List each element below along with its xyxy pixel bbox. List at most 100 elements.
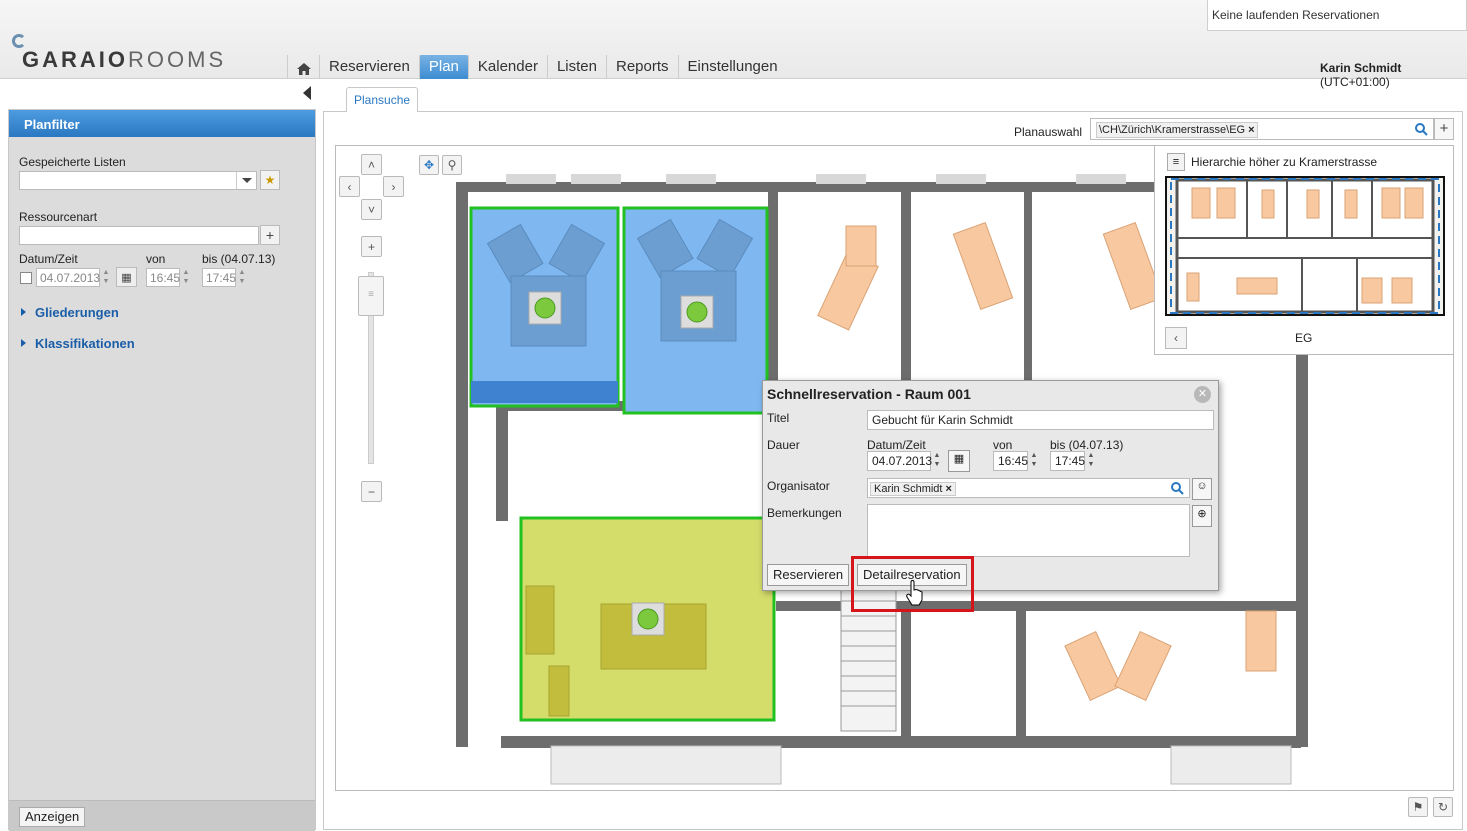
resource-type-field[interactable] (19, 226, 259, 245)
dialog-calendar-button[interactable]: ▦ (948, 450, 970, 472)
save-list-button[interactable]: ★ (260, 170, 280, 190)
tag-icon: ⚑ (1412, 800, 1424, 814)
home-button[interactable] (287, 55, 319, 79)
dialog-from-spinner[interactable]: ▲ ▼ (1029, 451, 1039, 471)
expand-remarks-button[interactable]: ⊕ (1192, 505, 1212, 527)
cabinet (548, 665, 570, 717)
zoom-in-button[interactable]: + (361, 236, 382, 257)
hierarchy-up-button[interactable]: ≡ (1167, 153, 1185, 171)
datetime-label: Datum/Zeit (19, 252, 78, 266)
add-resource-type-button[interactable]: + (260, 225, 280, 245)
zoom-slider-handle[interactable]: ≡ (358, 276, 384, 316)
organizer-chip: Karin Schmidt × (870, 482, 956, 496)
chevron-left-icon: ‹ (347, 179, 352, 194)
nav-listen[interactable]: Listen (546, 55, 606, 79)
window (816, 174, 866, 184)
dialog-from-input[interactable]: 16:45 (993, 451, 1028, 471)
logo-text-bold: GARAIO (22, 47, 128, 72)
dialog-date-spinner[interactable]: ▲ ▼ (932, 451, 942, 471)
person-picker-button[interactable]: ☺ (1192, 478, 1212, 500)
sidebar-footer: Anzeigen (9, 800, 315, 831)
from-time-input[interactable]: 16:45 (146, 268, 180, 287)
wall (456, 182, 468, 747)
terrace (1170, 745, 1292, 785)
pan-left-button[interactable]: ‹ (339, 176, 360, 197)
zoom-out-button[interactable]: − (361, 481, 382, 502)
cabinet (525, 585, 555, 655)
room-detail (471, 381, 618, 403)
refresh-icon: ↻ (1437, 800, 1449, 814)
refresh-button[interactable]: ↻ (1433, 797, 1453, 817)
search-icon[interactable] (1171, 482, 1184, 495)
available-status-icon (686, 301, 708, 323)
close-button[interactable]: ✕ (1194, 386, 1211, 403)
remove-organizer-icon[interactable]: × (946, 483, 952, 495)
chevron-down-icon: ˅ (367, 202, 375, 217)
nav-kalender[interactable]: Kalender (467, 55, 547, 79)
calendar-button[interactable]: ▦ (116, 267, 137, 287)
pan-down-button[interactable]: ˅ (361, 199, 382, 220)
overview-minimap[interactable] (1165, 176, 1445, 316)
to-time-input[interactable]: 17:45 (202, 268, 236, 287)
user-info[interactable]: Karin Schmidt (UTC+01:00) (1320, 61, 1467, 89)
organizer-chip-label: Karin Schmidt (874, 483, 943, 495)
plan-chip: \CH\Zürich\Kramerstrasse\EG × (1096, 122, 1258, 138)
magnifier-icon: ⚲ (447, 158, 457, 172)
datetime-checkbox[interactable] (20, 272, 32, 284)
dialog-to-input[interactable]: 17:45 (1050, 451, 1085, 471)
dialog-to-label: bis (04.07.13) (1050, 438, 1124, 452)
dialog-date-input[interactable]: 04.07.2013 (867, 451, 932, 471)
section-klassifikationen[interactable]: Klassifikationen (21, 336, 135, 351)
available-status-icon (637, 608, 659, 630)
minus-icon: − (367, 484, 375, 499)
hierarchy-up-link[interactable]: Hierarchie höher zu Kramerstrasse (1191, 155, 1377, 169)
plan-select-input[interactable]: \CH\Zürich\Kramerstrasse\EG × (1090, 118, 1434, 140)
organizer-input[interactable]: Karin Schmidt × (867, 478, 1190, 498)
to-time-spinner[interactable]: ▲ ▼ (237, 268, 247, 288)
tab-plansuche[interactable]: Plansuche (346, 87, 419, 112)
title-label: Titel (767, 411, 790, 425)
dialog-to-spinner[interactable]: ▲ ▼ (1086, 451, 1096, 471)
nav-einstellungen[interactable]: Einstellungen (677, 55, 787, 79)
date-input[interactable]: 04.07.2013 (36, 268, 100, 287)
chevron-left-icon: ‹ (1174, 331, 1178, 345)
collapse-sidebar-icon[interactable] (303, 86, 311, 100)
dialog-from-label: von (993, 438, 1013, 452)
chevron-down-icon (236, 172, 256, 189)
person-icon: ☺ (1196, 480, 1208, 492)
saved-lists-select[interactable] (19, 171, 257, 190)
pan-up-button[interactable]: ˄ (361, 154, 382, 175)
pan-right-button[interactable]: › (383, 176, 404, 197)
zoom-tool-button[interactable]: ⚲ (442, 155, 462, 175)
reservation-status-box: Keine laufenden Reservationen (1207, 0, 1467, 31)
hand-cursor-icon (906, 580, 923, 606)
overview-back-button[interactable]: ‹ (1165, 327, 1187, 349)
logo-text-light: ROOMS (128, 47, 227, 72)
move-icon: ✥ (423, 158, 435, 172)
add-plan-button[interactable]: + (1434, 118, 1454, 140)
reserve-button[interactable]: Reservieren (767, 564, 850, 586)
remove-chip-icon[interactable]: × (1248, 124, 1254, 136)
date-spinner[interactable]: ▲ ▼ (101, 268, 111, 288)
overview-panel: ≡ Hierarchie höher zu Kramerstrasse ‹ EG (1154, 145, 1454, 355)
window (506, 174, 556, 184)
title-input[interactable]: Gebucht für Karin Schmidt (867, 410, 1214, 430)
quick-reservation-dialog: Schnellreservation - Raum 001 ✕ Titel Ge… (762, 380, 1219, 591)
from-time-spinner[interactable]: ▲ ▼ (181, 268, 191, 288)
nav-reservieren[interactable]: Reservieren (319, 55, 419, 79)
floor-label: EG (1295, 331, 1313, 345)
nav-plan[interactable]: Plan (418, 55, 468, 79)
terrace (550, 745, 782, 785)
search-icon[interactable] (1415, 123, 1428, 136)
chevron-right-icon: › (391, 179, 396, 194)
pan-tool-button[interactable]: ✥ (419, 155, 439, 175)
plan-select-label: Planauswahl (1014, 125, 1083, 139)
nav-reports[interactable]: Reports (605, 55, 678, 79)
wall (1016, 601, 1026, 741)
show-button[interactable]: Anzeigen (19, 807, 86, 827)
desk (1245, 610, 1277, 672)
from-label: von (146, 252, 166, 266)
section-gliederungen[interactable]: Gliederungen (21, 305, 119, 320)
tag-button[interactable]: ⚑ (1408, 797, 1428, 817)
remarks-textarea[interactable] (867, 504, 1190, 557)
